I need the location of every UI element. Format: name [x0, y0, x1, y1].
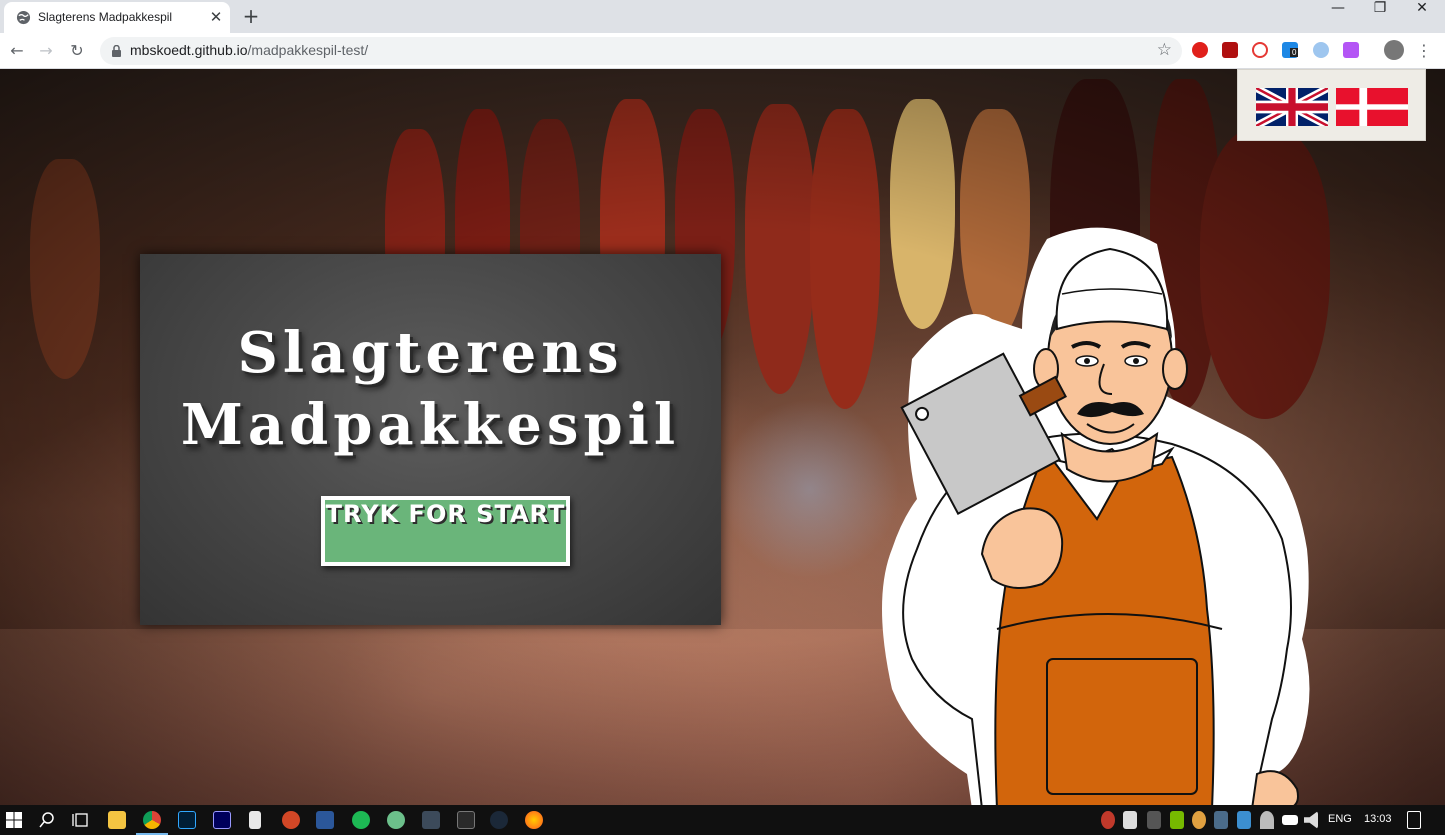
wifi-icon[interactable] [1260, 811, 1274, 829]
chrome-icon[interactable] [143, 811, 161, 829]
spotify-icon[interactable] [352, 811, 370, 829]
language-panel [1237, 69, 1426, 141]
photoshop-icon[interactable] [178, 811, 196, 829]
address-bar[interactable]: mbskoedt.github.io/madpakkespil-test/ ☆ [100, 37, 1182, 65]
nvidia-icon[interactable] [1170, 811, 1184, 829]
game-title-line-1: Slagterens [237, 320, 624, 386]
minimize-button[interactable]: — [1316, 0, 1360, 30]
bookmark-star-icon[interactable]: ☆ [1157, 40, 1172, 60]
app-green-icon[interactable] [387, 811, 405, 829]
file-explorer-icon[interactable] [108, 811, 126, 829]
url-text: mbskoedt.github.io/madpakkespil-test/ [130, 42, 368, 58]
volume-icon[interactable] [1304, 811, 1318, 829]
forward-button[interactable]: → [35, 40, 57, 62]
app-terminal-icon[interactable] [457, 811, 475, 829]
windows-start-icon[interactable] [5, 811, 23, 829]
uk-flag-icon[interactable] [1256, 88, 1328, 126]
pdf-icon[interactable] [1222, 42, 1238, 58]
task-view-icon[interactable] [71, 811, 89, 829]
tray-blue-icon[interactable] [1237, 811, 1251, 829]
butcher-illustration [882, 227, 1310, 805]
chrome-menu-button[interactable]: ⋮ [1413, 40, 1435, 62]
steam-icon[interactable] [490, 811, 508, 829]
new-tab-button[interactable]: + [240, 5, 262, 27]
tray-f-icon[interactable] [1123, 811, 1137, 829]
battery-icon[interactable] [1282, 815, 1298, 825]
extension-purple-icon[interactable] [1343, 42, 1359, 58]
url-path: /madpakkespil-test/ [247, 42, 369, 58]
url-host: mbskoedt.github.io [130, 42, 248, 58]
after-effects-icon[interactable] [213, 811, 231, 829]
tray-steam-icon[interactable] [1214, 811, 1228, 829]
globe-icon [16, 10, 31, 25]
opera-icon[interactable] [1192, 42, 1208, 58]
app-window-icon[interactable] [422, 811, 440, 829]
browser-toolbar: ← → ↻ mbskoedt.github.io/madpakkespil-te… [0, 33, 1445, 69]
tab-title: Slagterens Madpakkespil [38, 10, 173, 24]
powerpoint-icon[interactable] [282, 811, 300, 829]
tab-strip: Slagterens Madpakkespil ✕ + — ❐ ✕ [0, 0, 1445, 33]
extension-count: 0 [1290, 48, 1299, 57]
keyboard-language[interactable]: ENG [1328, 813, 1352, 825]
tray-shield-icon[interactable] [1147, 811, 1161, 829]
back-button[interactable]: ← [6, 40, 28, 62]
extension-circle-icon[interactable] [1252, 42, 1268, 58]
document-icon[interactable] [249, 811, 261, 829]
search-icon[interactable] [38, 811, 56, 829]
browser-tab[interactable]: Slagterens Madpakkespil ✕ [4, 2, 230, 33]
edge-icon[interactable] [1313, 42, 1329, 58]
profile-avatar[interactable] [1384, 40, 1404, 60]
clock[interactable]: 13:03 [1364, 813, 1392, 825]
notification-icon[interactable] [1407, 811, 1421, 829]
firefox-icon[interactable] [525, 811, 543, 829]
game-page: Slagterens Madpakkespil TRYK FOR START [0, 69, 1445, 805]
restore-button[interactable]: ❐ [1358, 0, 1402, 30]
tray-orb-icon[interactable] [1192, 811, 1206, 829]
reload-button[interactable]: ↻ [66, 40, 88, 62]
word-icon[interactable] [316, 811, 334, 829]
chalkboard: Slagterens Madpakkespil TRYK FOR START [140, 254, 721, 625]
windows-taskbar: ENG 13:03 [0, 805, 1445, 835]
window-close-button[interactable]: ✕ [1400, 0, 1444, 30]
lock-icon [112, 45, 121, 57]
danish-flag-icon[interactable] [1336, 88, 1408, 126]
game-title-line-2: Madpakkespil [180, 392, 681, 458]
extension-badge-icon[interactable]: 0 [1282, 42, 1299, 58]
tab-close-button[interactable]: ✕ [207, 8, 225, 26]
tray-app-icon[interactable] [1101, 811, 1115, 829]
start-button[interactable]: TRYK FOR START [321, 496, 570, 566]
